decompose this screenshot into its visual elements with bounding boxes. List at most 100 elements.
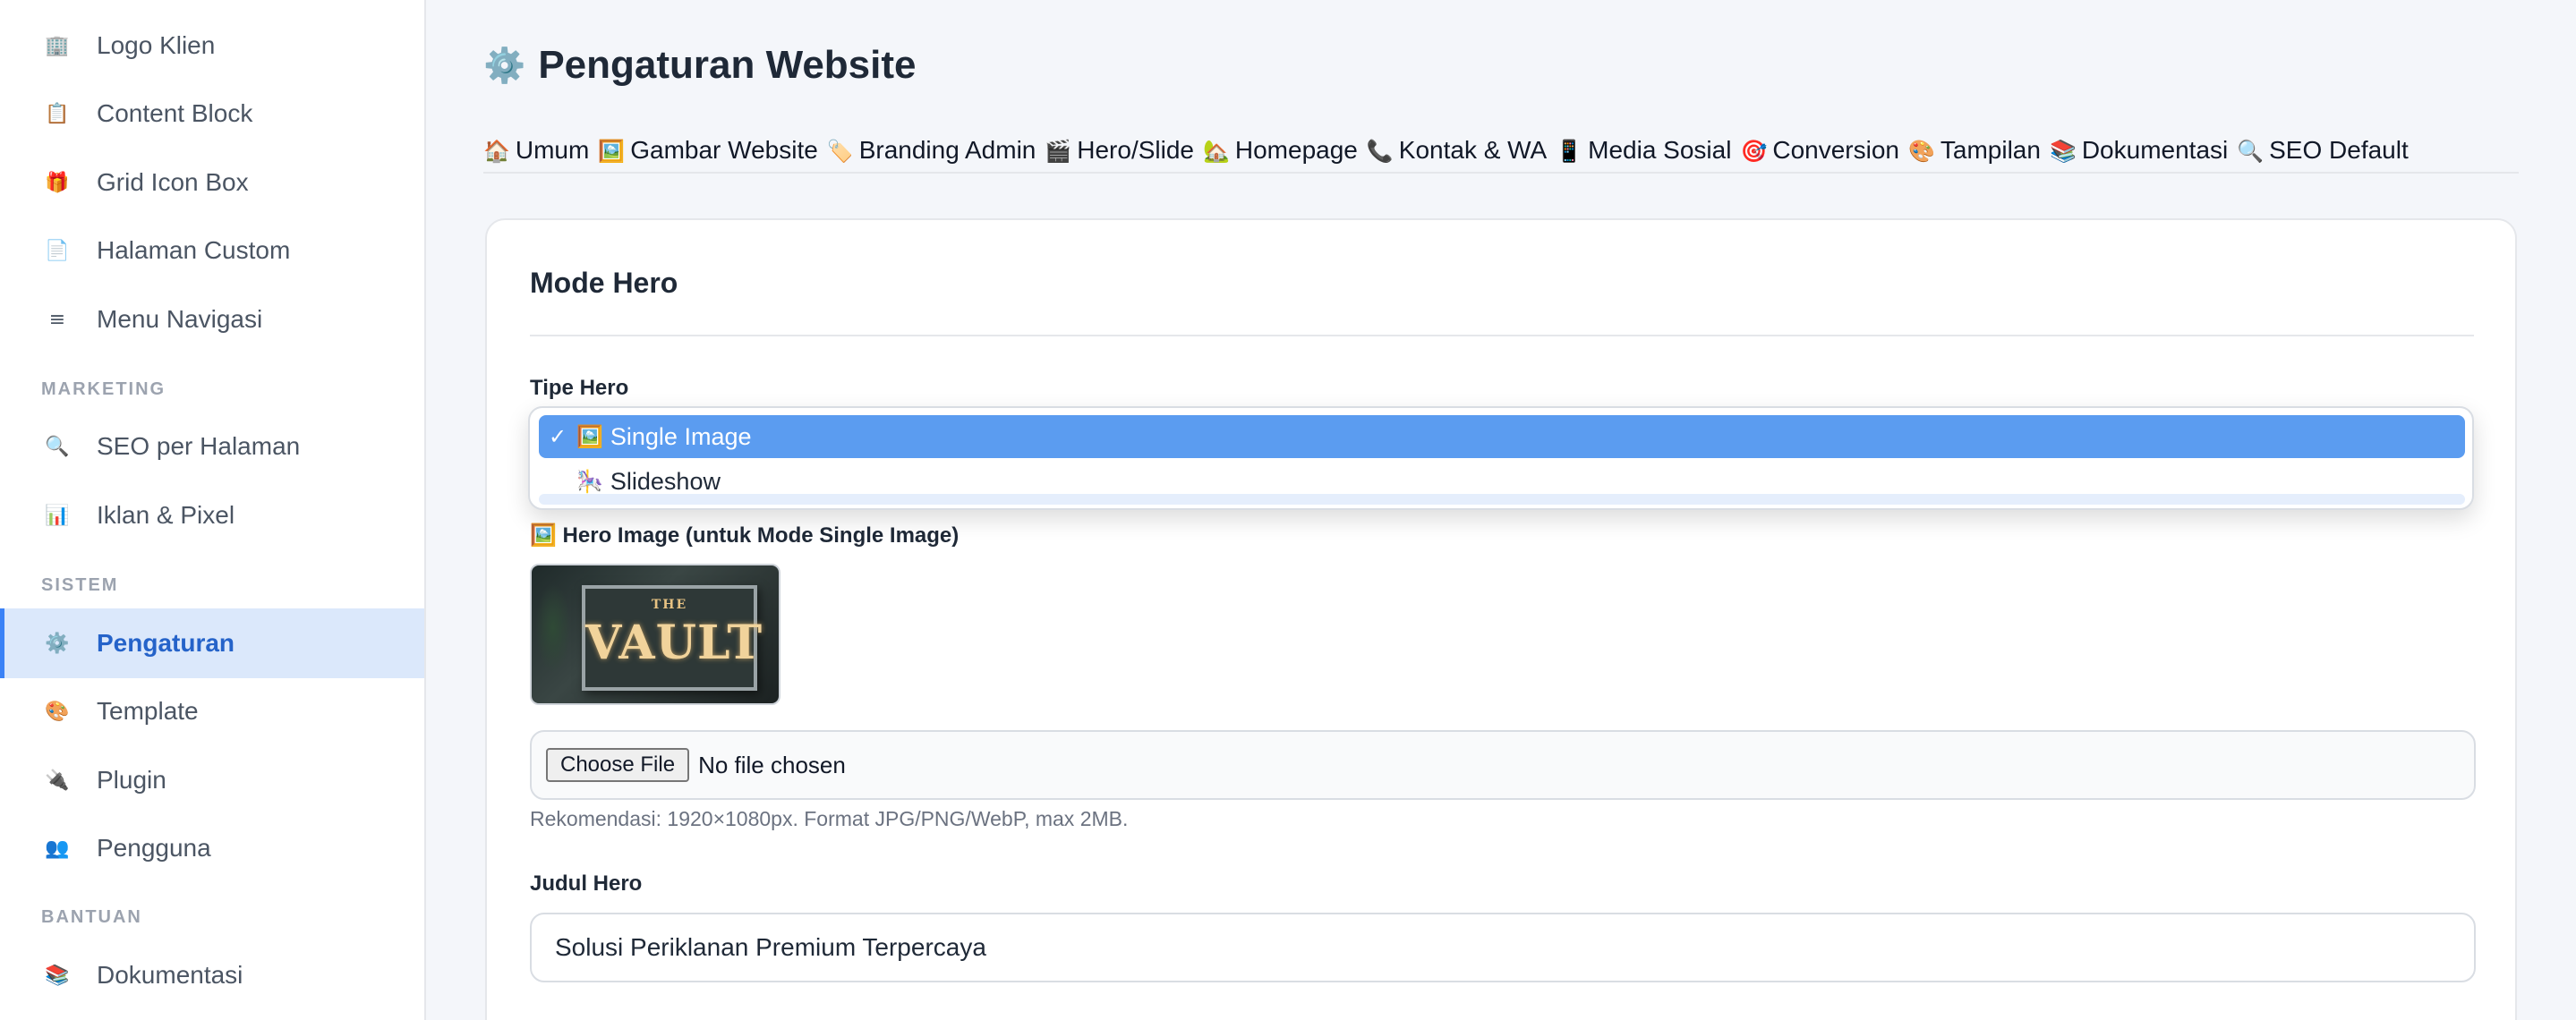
sidebar-item-label: Content Block [97, 99, 253, 127]
sidebar-item-template[interactable]: 🎨 Template [0, 676, 424, 746]
carousel-icon: 🎠 [576, 469, 603, 494]
option-label: Slideshow [610, 467, 721, 495]
option-label: Single Image [610, 422, 752, 450]
tab-label: Umum [515, 136, 590, 164]
mobile-phone-icon: 📱 [1556, 139, 1583, 164]
sidebar-item-label: Grid Icon Box [97, 168, 249, 196]
bar-chart-icon: 📊 [45, 504, 70, 527]
tab-branding-admin[interactable]: 🏷️ Branding Admin [827, 136, 1036, 165]
books-icon: 📚 [2049, 139, 2077, 164]
tab-dokumentasi[interactable]: 📚 Dokumentasi [2050, 136, 2228, 165]
file-hint: Rekomendasi: 1920×1080px. Format JPG/PNG… [530, 807, 1129, 830]
tab-label: Branding Admin [858, 136, 1036, 164]
sidebar: 🏢 Logo Klien 📋 Content Block 🎁 Grid Icon… [0, 0, 426, 1020]
tab-label: Homepage [1234, 136, 1358, 164]
sidebar-item-plugin[interactable]: 🔌 Plugin [0, 745, 424, 815]
tag-icon: 🏷️ [826, 139, 854, 164]
tab-conversion[interactable]: 🎯 Conversion [1740, 136, 1899, 165]
tab-tampilan[interactable]: 🎨 Tampilan [1908, 136, 2041, 165]
sidebar-item-seo-per-halaman[interactable]: 🔍 SEO per Halaman [0, 412, 424, 481]
sidebar-item-label: Template [97, 697, 199, 725]
card-title: Mode Hero [530, 267, 678, 299]
divider [530, 335, 2474, 336]
search-icon: 🔍 [2237, 139, 2265, 164]
hero-type-label: Tipe Hero [530, 376, 629, 400]
plant-shadow [535, 583, 571, 673]
tab-hero-slide[interactable]: 🎬 Hero/Slide [1045, 136, 1194, 165]
sidebar-item-grid-icon-box[interactable]: 🎁 Grid Icon Box [0, 148, 424, 217]
plug-icon: 🔌 [45, 769, 70, 792]
sign-frame: THE VAULT [582, 585, 763, 691]
tab-kontak-wa[interactable]: 📞 Kontak & WA [1367, 136, 1547, 165]
menu-icon: ≡ [48, 308, 66, 331]
clipboard-icon: 📋 [45, 102, 70, 125]
house-icon: 🏠 [483, 139, 510, 164]
sidebar-item-label: Dokumentasi [97, 961, 243, 989]
gear-icon: ⚙️ [45, 632, 70, 655]
target-icon: 🎯 [1740, 139, 1768, 164]
sidebar-item-halaman-custom[interactable]: 📄 Halaman Custom [0, 216, 424, 285]
search-icon: 🔍 [45, 435, 70, 458]
hero-type-dropdown[interactable]: ✓ 🖼️ Single Image 🎠 Slideshow [528, 406, 2474, 510]
tab-label: Tampilan [1940, 136, 2041, 164]
choose-file-button[interactable]: Choose File [546, 748, 690, 782]
sidebar-item-logo-klien[interactable]: 🏢 Logo Klien [0, 11, 424, 81]
sidebar-item-label: Pengguna [97, 834, 211, 862]
tab-label: Hero/Slide [1077, 136, 1194, 164]
settings-tabs: 🏠 Umum 🖼️ Gambar Website 🏷️ Branding Admin … [483, 136, 2519, 174]
gear-icon: ⚙️ [483, 45, 526, 85]
sidebar-item-label: SEO per Halaman [97, 432, 301, 460]
hero-mode-card: Mode Hero Tipe Hero 🖼️ Hero Image (untuk… [485, 218, 2517, 1020]
sidebar-item-label: Logo Klien [97, 31, 216, 59]
palette-icon: 🎨 [45, 700, 70, 723]
books-icon: 📚 [45, 964, 70, 987]
tab-seo-default[interactable]: 🔍 SEO Default [2237, 136, 2409, 165]
preview-text-large: VAULT [585, 616, 763, 670]
tab-gambar-website[interactable]: 🖼️ Gambar Website [598, 136, 817, 165]
tab-label: Gambar Website [630, 136, 818, 164]
section-heading-bantuan: BANTUAN [41, 907, 142, 927]
building-icon: 🏢 [45, 34, 70, 57]
tab-label: Kontak & WA [1398, 136, 1548, 164]
file-status: No file chosen [698, 751, 846, 778]
hero-title-label: Judul Hero [530, 871, 643, 896]
tab-label: Dokumentasi [2081, 136, 2229, 164]
sidebar-item-iklan-pixel[interactable]: 📊 Iklan & Pixel [0, 480, 424, 550]
hero-image-file-input[interactable]: Choose File No file chosen [530, 730, 2476, 800]
sidebar-item-dokumentasi[interactable]: 📚 Dokumentasi [0, 940, 424, 1010]
sidebar-item-pengaturan[interactable]: ⚙️ Pengaturan [0, 608, 424, 678]
gift-icon: 🎁 [45, 171, 70, 194]
tab-umum[interactable]: 🏠 Umum [483, 136, 589, 165]
hero-image-label: 🖼️ Hero Image (untuk Mode Single Image) [530, 523, 960, 548]
check-icon: ✓ [548, 424, 567, 449]
sidebar-item-label: Pengaturan [97, 629, 235, 657]
sidebar-item-label: Iklan & Pixel [97, 501, 235, 529]
dropdown-scrollbar[interactable] [539, 494, 2465, 505]
sidebar-item-menu-navigasi[interactable]: ≡ Menu Navigasi [0, 285, 424, 354]
home-garden-icon: 🏡 [1203, 139, 1230, 164]
phone-icon: 📞 [1366, 139, 1394, 164]
users-icon: 👥 [45, 837, 70, 860]
tab-label: Media Sosial [1588, 136, 1732, 164]
page-title: ⚙️ Pengaturan Website [483, 43, 917, 88]
dropdown-option-single-image[interactable]: ✓ 🖼️ Single Image [539, 415, 2465, 458]
picture-icon: 🖼️ [576, 424, 603, 449]
tab-homepage[interactable]: 🏡 Homepage [1203, 136, 1358, 165]
sidebar-item-label: Plugin [97, 766, 166, 794]
sidebar-item-pengguna[interactable]: 👥 Pengguna [0, 813, 424, 883]
sidebar-item-label: Halaman Custom [97, 236, 291, 264]
tab-label: SEO Default [2269, 136, 2409, 164]
picture-icon: 🖼️ [598, 139, 626, 164]
preview-text-small: THE [651, 598, 688, 612]
sidebar-item-content-block[interactable]: 📋 Content Block [0, 79, 424, 149]
hero-image-preview: THE VAULT [530, 564, 780, 705]
section-heading-sistem: SISTEM [41, 575, 119, 595]
tab-label: Conversion [1772, 136, 1899, 164]
tab-media-sosial[interactable]: 📱 Media Sosial [1556, 136, 1731, 165]
sidebar-item-label: Menu Navigasi [97, 305, 263, 333]
palette-icon: 🎨 [1907, 139, 1935, 164]
page-title-text: Pengaturan Website [538, 43, 917, 87]
section-heading-marketing: MARKETING [41, 379, 166, 399]
page-icon: 📄 [45, 239, 70, 262]
hero-title-input[interactable] [530, 913, 2476, 982]
